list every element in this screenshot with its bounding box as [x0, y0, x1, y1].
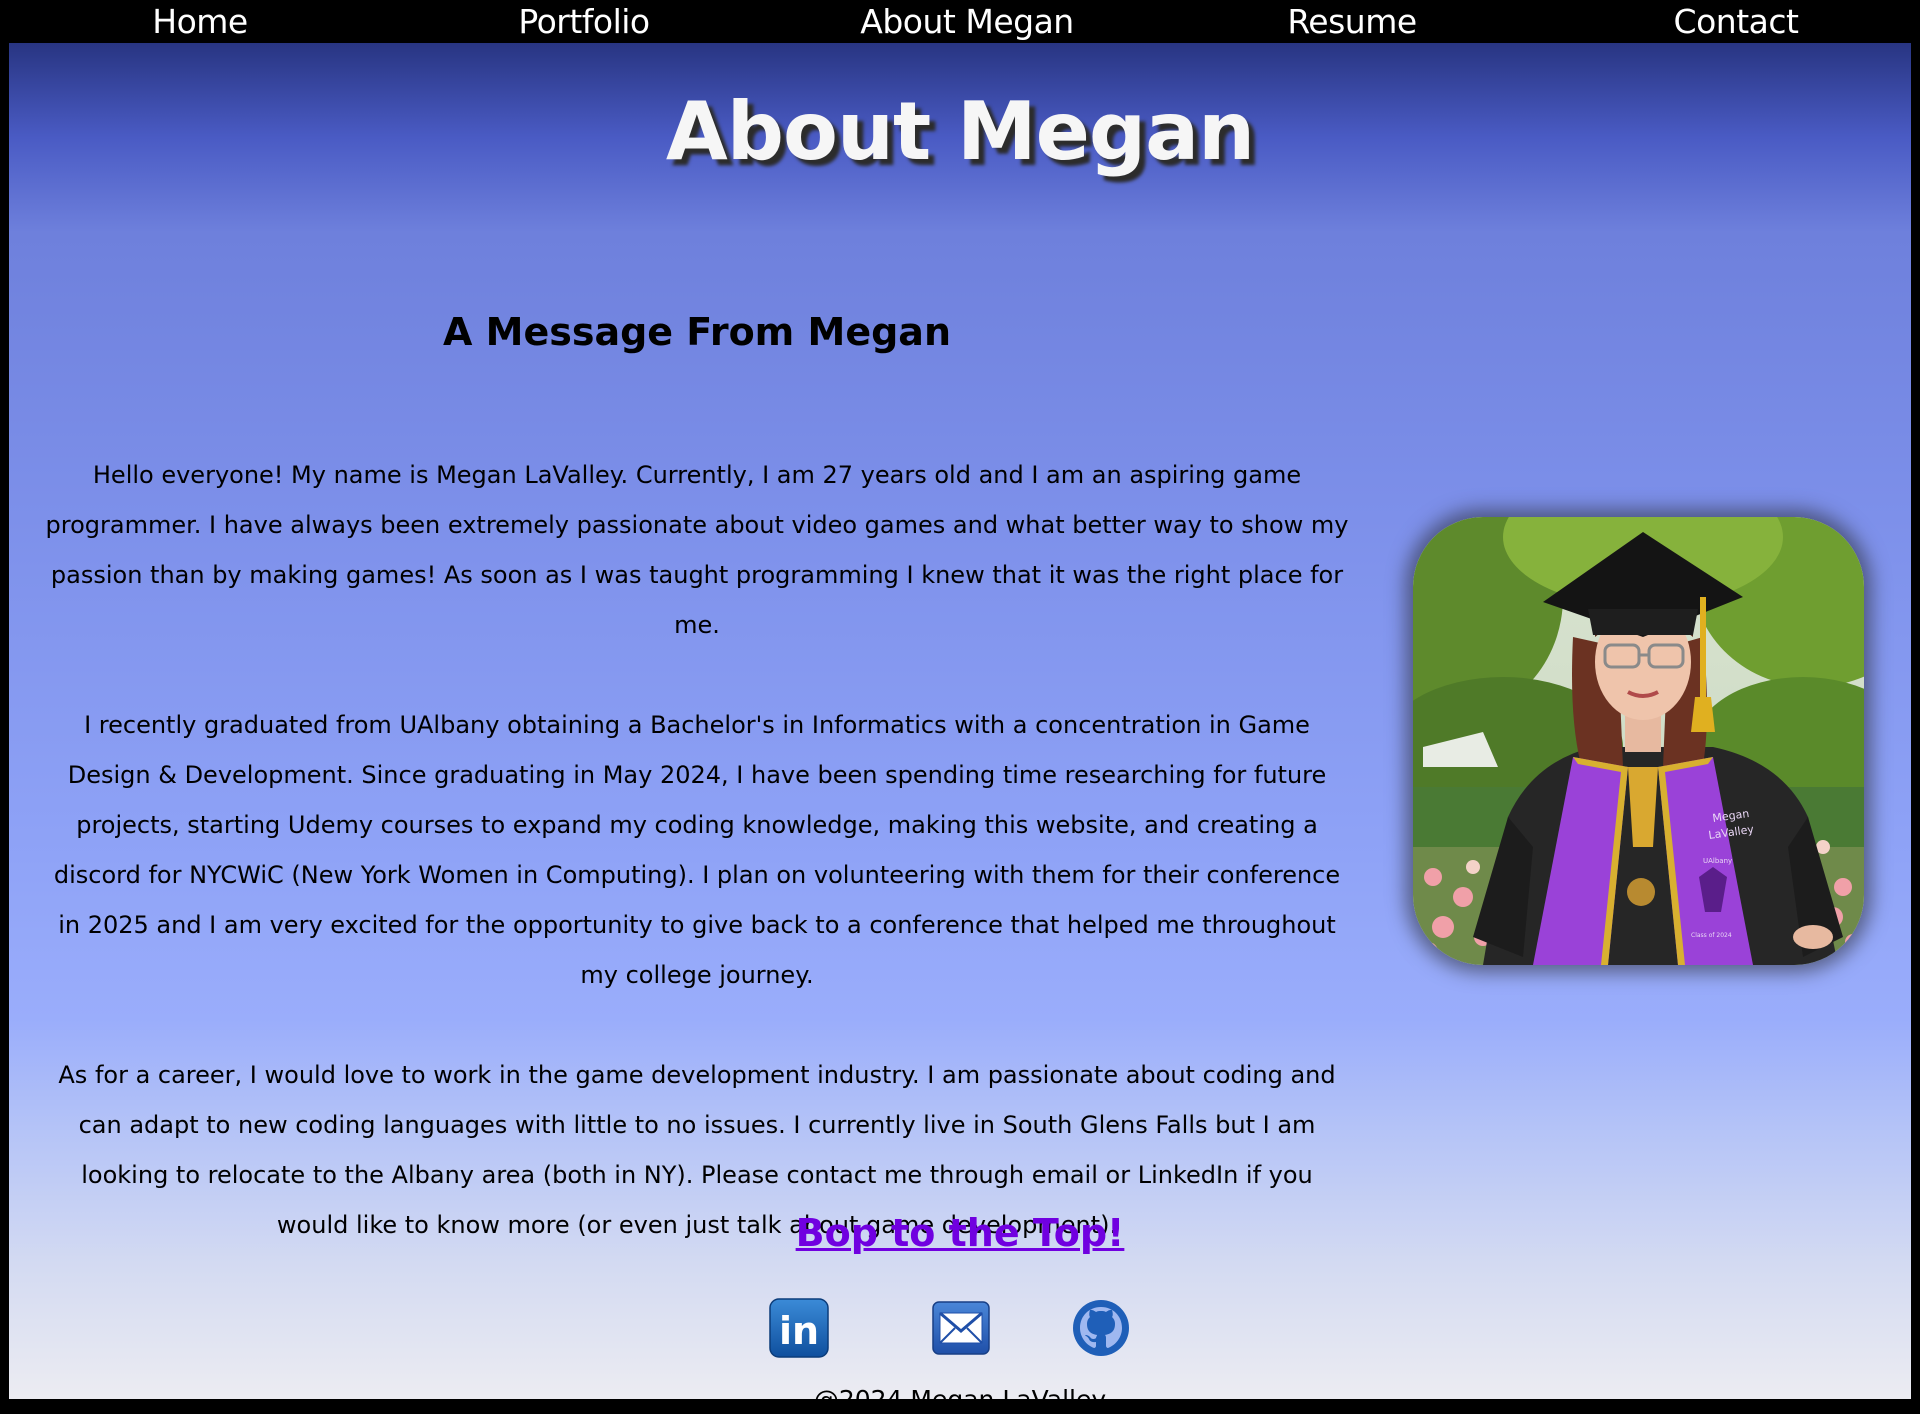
back-to-top: Bop to the Top! — [9, 1211, 1911, 1255]
footer-copyright: @2024 Megan LaValley — [813, 1385, 1107, 1414]
linkedin-glyph: in — [779, 1309, 819, 1353]
nav-home[interactable]: Home — [152, 0, 248, 43]
page-title: About Megan — [665, 85, 1255, 178]
top-navigation: Home Portfolio About Megan Resume Contac… — [0, 0, 1920, 43]
nav-resume[interactable]: Resume — [1287, 0, 1417, 43]
about-paragraph-intro: Hello everyone! My name is Megan LaValle… — [45, 461, 1349, 639]
about-paragraph-education: I recently graduated from UAlbany obtain… — [53, 711, 1341, 989]
section-heading: A Message From Megan — [443, 310, 951, 354]
stole-school: UAlbany — [1703, 857, 1732, 865]
nav-about-megan[interactable]: About Megan — [860, 0, 1074, 43]
github-icon[interactable] — [1071, 1298, 1131, 1358]
nav-portfolio[interactable]: Portfolio — [518, 0, 650, 43]
page-content: About Megan A Message From Megan Hello e… — [9, 43, 1911, 1414]
linkedin-icon[interactable]: in — [769, 1298, 829, 1358]
stole-class-year: Class of 2024 — [1691, 932, 1732, 939]
profile-photo: Megan LaValley UAlbany Class of 2024 — [1413, 517, 1864, 965]
email-icon[interactable] — [931, 1298, 991, 1358]
back-to-top-link[interactable]: Bop to the Top! — [796, 1211, 1125, 1255]
nav-contact[interactable]: Contact — [1674, 0, 1799, 43]
about-text: Hello everyone! My name is Megan LaValle… — [43, 450, 1351, 1300]
